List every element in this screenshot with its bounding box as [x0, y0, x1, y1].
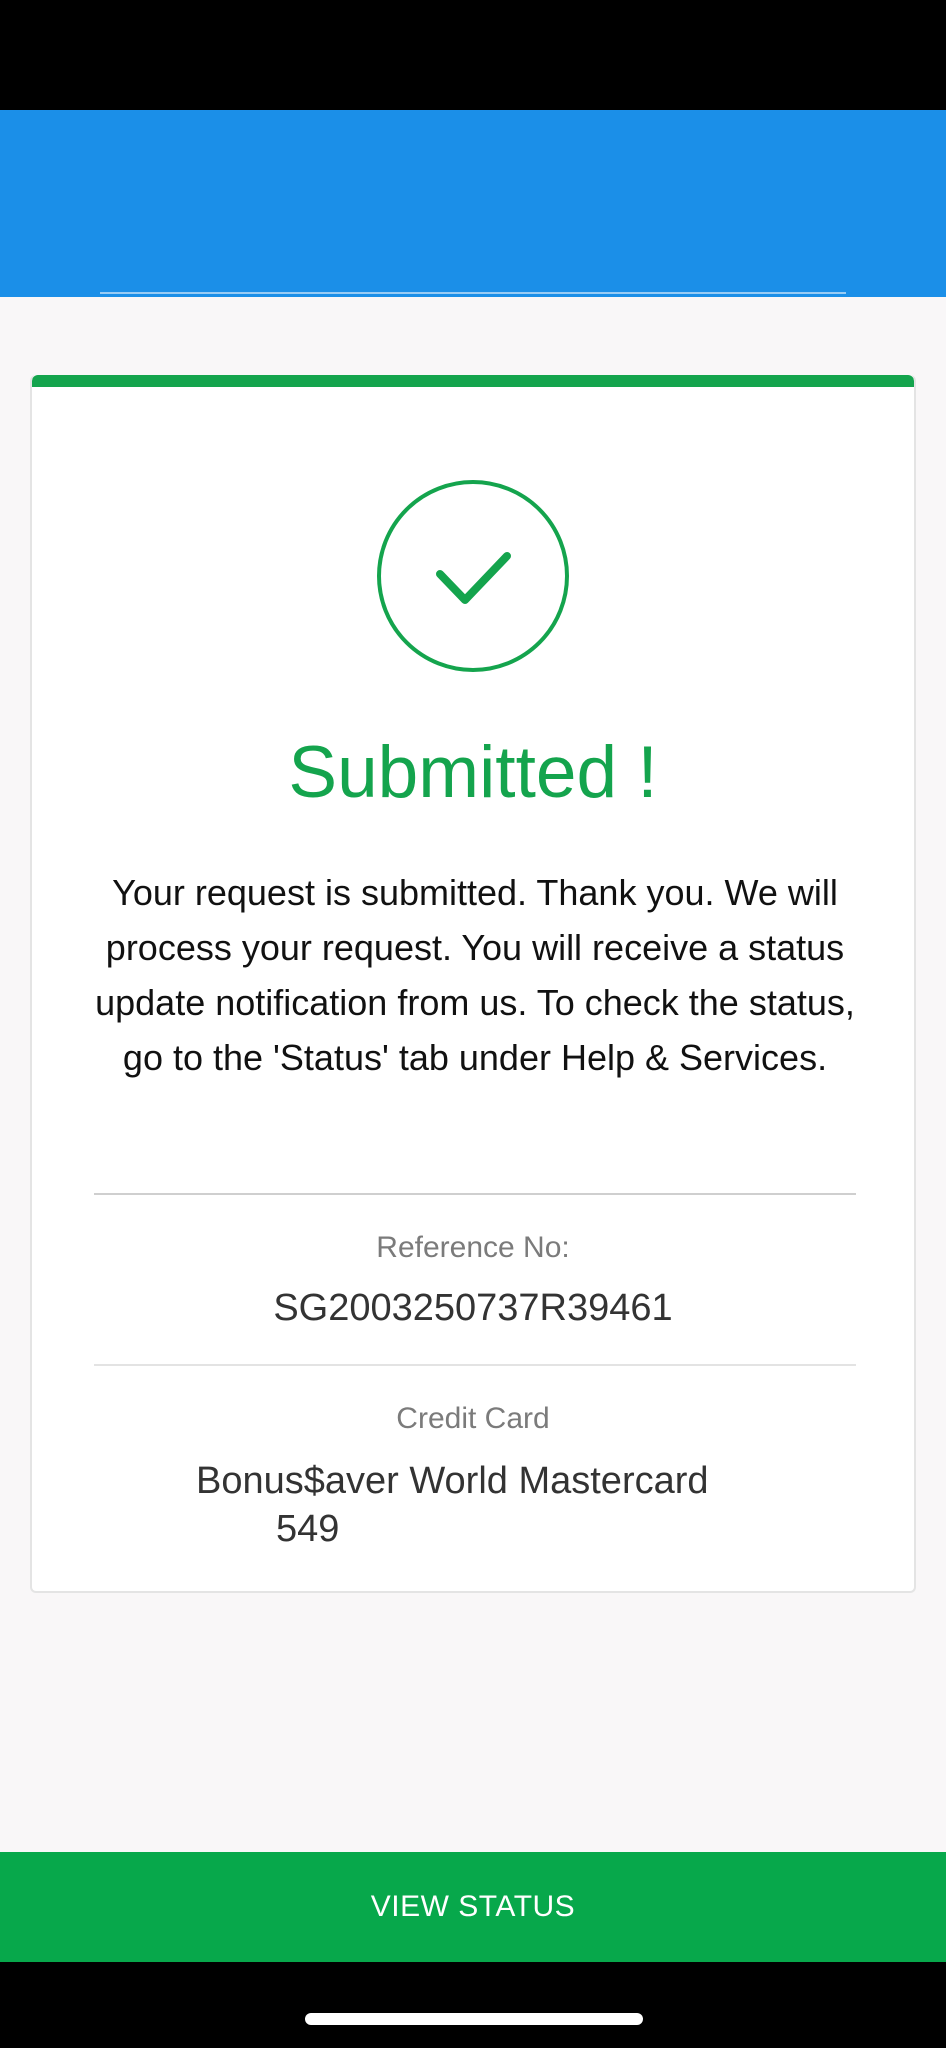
check-circle-icon — [377, 480, 569, 672]
header-bar — [0, 110, 946, 374]
confirmation-card: Submitted ! Your request is submitted. T… — [30, 375, 916, 1593]
confirmation-message: Your request is submitted. Thank you. We… — [95, 872, 855, 1078]
reference-value: SG2003250737R39461 — [273, 1287, 673, 1329]
confirmation-title: Submitted ! — [288, 732, 658, 813]
success-indicator — [375, 478, 571, 674]
reference-label: Reference No: — [376, 1231, 570, 1264]
header-divider — [100, 292, 846, 294]
credit-card-number: 549 — [276, 1508, 340, 1550]
credit-card-name: Bonus$aver World Mastercard — [196, 1460, 709, 1502]
card-accent-bar — [32, 375, 914, 387]
bottom-bar — [0, 1962, 946, 2048]
view-status-button[interactable]: VIEW STATUS — [0, 1852, 946, 1962]
home-indicator[interactable] — [305, 2013, 643, 2025]
status-bar — [0, 0, 946, 110]
divider — [94, 1364, 856, 1366]
divider — [94, 1193, 856, 1195]
credit-card-label: Credit Card — [396, 1402, 550, 1435]
